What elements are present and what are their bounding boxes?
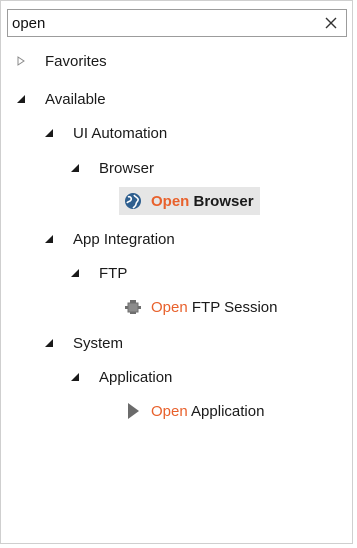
search-match-text: Open	[151, 298, 188, 316]
tree-node-system[interactable]: System	[43, 331, 123, 355]
tree-node-browser[interactable]: Browser	[69, 156, 154, 180]
expanded-triangle-icon[interactable]	[69, 371, 81, 383]
tree-node-label: Application	[99, 368, 173, 386]
chevron-right-icon[interactable]	[15, 55, 27, 67]
tree-node-label: Favorites	[45, 52, 107, 70]
expanded-triangle-icon[interactable]	[43, 127, 55, 139]
tree-node-label: System	[73, 334, 124, 352]
tree-node-favorites[interactable]: Favorites	[15, 49, 107, 73]
expanded-triangle-icon[interactable]	[69, 267, 81, 279]
tree-node-ui-automation[interactable]: UI Automation	[43, 121, 167, 145]
activity-open-browser[interactable]: Open Browser	[119, 187, 260, 215]
activity-label-rest: Browser	[189, 192, 254, 210]
tree-node-label: Browser	[99, 159, 155, 177]
expanded-triangle-icon[interactable]	[43, 337, 55, 349]
search-box	[7, 9, 347, 37]
close-icon	[325, 17, 337, 29]
ftp-session-icon	[123, 297, 143, 317]
clear-search-button[interactable]	[320, 12, 342, 34]
tree-node-app-integration[interactable]: App Integration	[43, 227, 175, 251]
globe-icon	[123, 191, 143, 211]
tree-node-label: Available	[45, 90, 106, 108]
tree-node-label: UI Automation	[73, 124, 168, 142]
search-match-text: Open	[151, 192, 190, 210]
expanded-triangle-icon[interactable]	[69, 162, 81, 174]
tree-node-label: FTP	[99, 264, 128, 282]
expanded-triangle-icon[interactable]	[15, 93, 27, 105]
search-match-text: Open	[151, 402, 188, 420]
activity-label-rest: FTP Session	[187, 298, 278, 316]
activities-panel: Favorites Available UI Automation Browse…	[0, 0, 353, 544]
activity-open-application[interactable]: Open Application	[119, 397, 270, 425]
tree-node-available[interactable]: Available	[15, 87, 106, 111]
tree-node-label: App Integration	[73, 230, 175, 248]
search-input[interactable]	[8, 10, 312, 36]
play-icon	[123, 401, 143, 421]
activity-label-rest: Application	[187, 402, 265, 420]
activity-open-ftp-session[interactable]: Open FTP Session	[119, 293, 283, 321]
tree-node-application[interactable]: Application	[69, 365, 172, 389]
tree-node-ftp[interactable]: FTP	[69, 261, 127, 285]
expanded-triangle-icon[interactable]	[43, 233, 55, 245]
